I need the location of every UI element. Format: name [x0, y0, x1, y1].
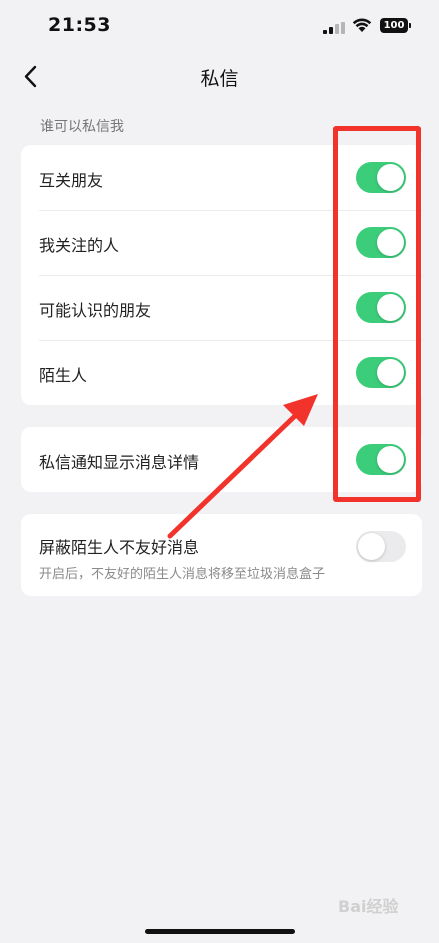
home-indicator: [145, 929, 295, 934]
wifi-icon: [352, 18, 372, 32]
block-strangers-toggle[interactable]: [356, 531, 406, 562]
setting-label: 可能认识的朋友: [39, 301, 152, 320]
battery-icon: 100: [380, 18, 411, 33]
setting-label: 我关注的人: [39, 236, 120, 255]
watermark: Bai经验: [338, 897, 399, 916]
toggle-knob: [358, 533, 385, 560]
signal-icon: [323, 22, 345, 34]
nav-bar: 私信: [0, 56, 439, 96]
annotation-highlight-box: [333, 126, 421, 502]
setting-label: 陌生人: [39, 366, 88, 385]
setting-label: 屏蔽陌生人不友好消息: [39, 538, 200, 557]
status-bar: 21:53 100: [0, 0, 439, 56]
block-strangers-card: 屏蔽陌生人不友好消息 开启后，不友好的陌生人消息将移至垃圾消息盒子: [21, 514, 422, 596]
section-label: 谁可以私信我: [40, 119, 124, 135]
setting-description: 开启后，不友好的陌生人消息将移至垃圾消息盒子: [39, 567, 326, 582]
setting-row-block-strangers: 屏蔽陌生人不友好消息 开启后，不友好的陌生人消息将移至垃圾消息盒子: [21, 514, 422, 596]
setting-label: 私信通知显示消息详情: [39, 453, 200, 472]
setting-label: 互关朋友: [39, 171, 104, 190]
status-time: 21:53: [48, 14, 111, 36]
page-title: 私信: [200, 68, 239, 90]
